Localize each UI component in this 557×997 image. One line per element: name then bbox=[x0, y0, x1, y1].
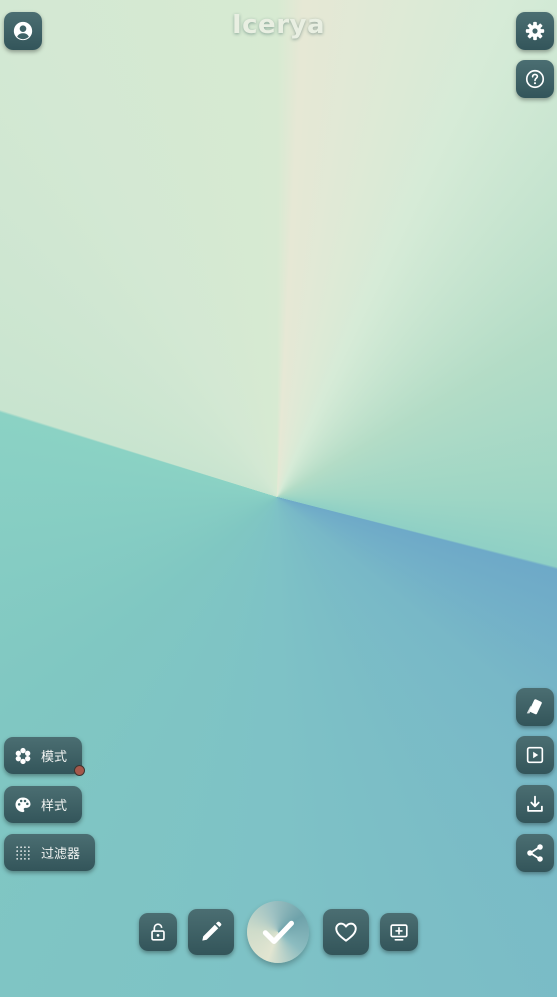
favorite-button[interactable] bbox=[323, 909, 369, 955]
flower-pattern-icon bbox=[13, 746, 33, 766]
account-button[interactable] bbox=[4, 12, 42, 50]
settings-button[interactable] bbox=[516, 12, 554, 50]
user-account-icon bbox=[12, 20, 34, 42]
add-to-screen-icon bbox=[388, 921, 410, 943]
download-icon bbox=[524, 793, 546, 815]
edit-button[interactable] bbox=[188, 909, 234, 955]
lock-open-icon bbox=[147, 921, 169, 943]
filter-button[interactable]: 过滤器 bbox=[4, 834, 95, 871]
palette-icon bbox=[13, 795, 33, 815]
checkmark-icon bbox=[259, 913, 297, 951]
style-label: 样式 bbox=[41, 799, 68, 814]
share-button[interactable] bbox=[516, 834, 554, 872]
play-preview-icon bbox=[524, 744, 546, 766]
filter-label: 过滤器 bbox=[41, 847, 81, 862]
wallpaper-preview-canvas[interactable]: Icerya 模式 样式 过滤器 bbox=[0, 0, 557, 997]
eraser-button[interactable] bbox=[516, 688, 554, 726]
heart-icon bbox=[333, 919, 359, 945]
help-button[interactable] bbox=[516, 60, 554, 98]
eraser-icon bbox=[524, 696, 546, 718]
share-icon bbox=[524, 842, 546, 864]
pattern-button[interactable]: 模式 bbox=[4, 737, 82, 774]
lock-button[interactable] bbox=[139, 913, 177, 951]
notification-dot bbox=[74, 765, 85, 776]
app-logo: Icerya bbox=[231, 10, 326, 40]
pattern-label: 模式 bbox=[41, 750, 68, 765]
preview-button[interactable] bbox=[516, 736, 554, 774]
help-icon bbox=[524, 68, 546, 90]
style-button[interactable]: 样式 bbox=[4, 786, 82, 823]
download-button[interactable] bbox=[516, 785, 554, 823]
dot-grid-filter-icon bbox=[13, 843, 33, 863]
pencil-icon bbox=[198, 919, 224, 945]
set-as-screen-button[interactable] bbox=[380, 913, 418, 951]
gear-icon bbox=[524, 20, 546, 42]
apply-wallpaper-button[interactable] bbox=[247, 901, 309, 963]
